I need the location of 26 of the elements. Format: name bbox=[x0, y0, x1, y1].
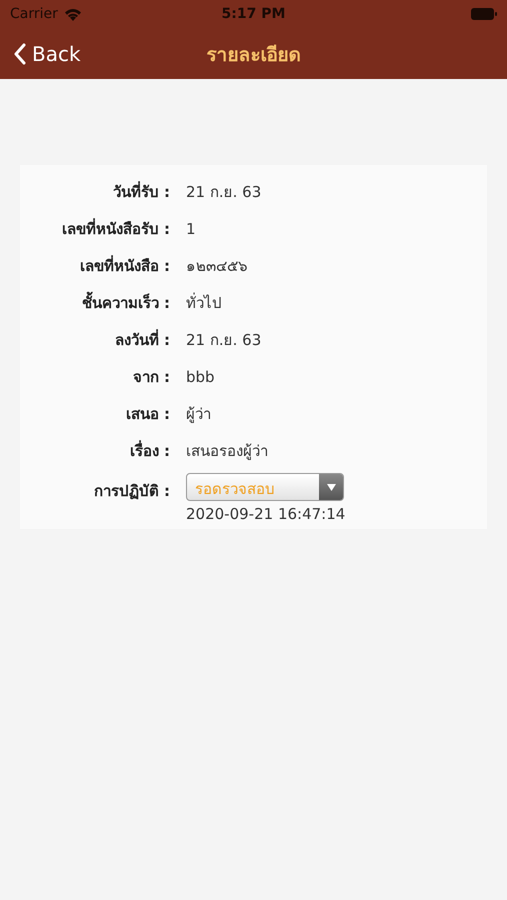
nav-title: รายละเอียด bbox=[206, 42, 300, 68]
field-label: การปฏิบัติ : bbox=[92, 481, 170, 502]
field-label: ลงวันที่ : bbox=[114, 328, 170, 350]
chevron-icon bbox=[14, 42, 26, 64]
back-button[interactable]: Back bbox=[0, 42, 95, 66]
battery-icon bbox=[471, 8, 497, 20]
field-label: ชั้นความเร็ว : bbox=[80, 290, 170, 314]
field-value: ผู้ว่า bbox=[186, 404, 212, 425]
field-value: 21 ก.ย. 63 bbox=[186, 330, 262, 350]
field-label: วันที่รับ : bbox=[112, 180, 170, 202]
field-label: เสนอ : bbox=[124, 404, 170, 424]
field-label: เลขที่หนังสือ : bbox=[78, 254, 170, 276]
timestamp: 2020-09-21 16:47:14 bbox=[186, 505, 346, 523]
caret-icon bbox=[326, 484, 336, 490]
field-value: 1 bbox=[186, 220, 197, 238]
field-label: เลขที่หนังสือรับ : bbox=[60, 217, 170, 240]
field-value: bbb bbox=[186, 368, 216, 386]
field-label: จาก : bbox=[132, 366, 170, 388]
status-time: 5:17 PM bbox=[222, 6, 286, 22]
carrier-label: Carrier bbox=[10, 6, 58, 22]
field-label: เรื่อง : bbox=[128, 439, 170, 462]
field-value: 21 ก.ย. 63 bbox=[186, 182, 262, 202]
wifi-icon bbox=[64, 8, 82, 20]
field-value: เสนอรองผู้ว่า bbox=[186, 440, 269, 462]
field-value: ทั่วไป bbox=[186, 292, 223, 314]
field-value: ๑๒๓๔๕๖ bbox=[186, 256, 249, 276]
